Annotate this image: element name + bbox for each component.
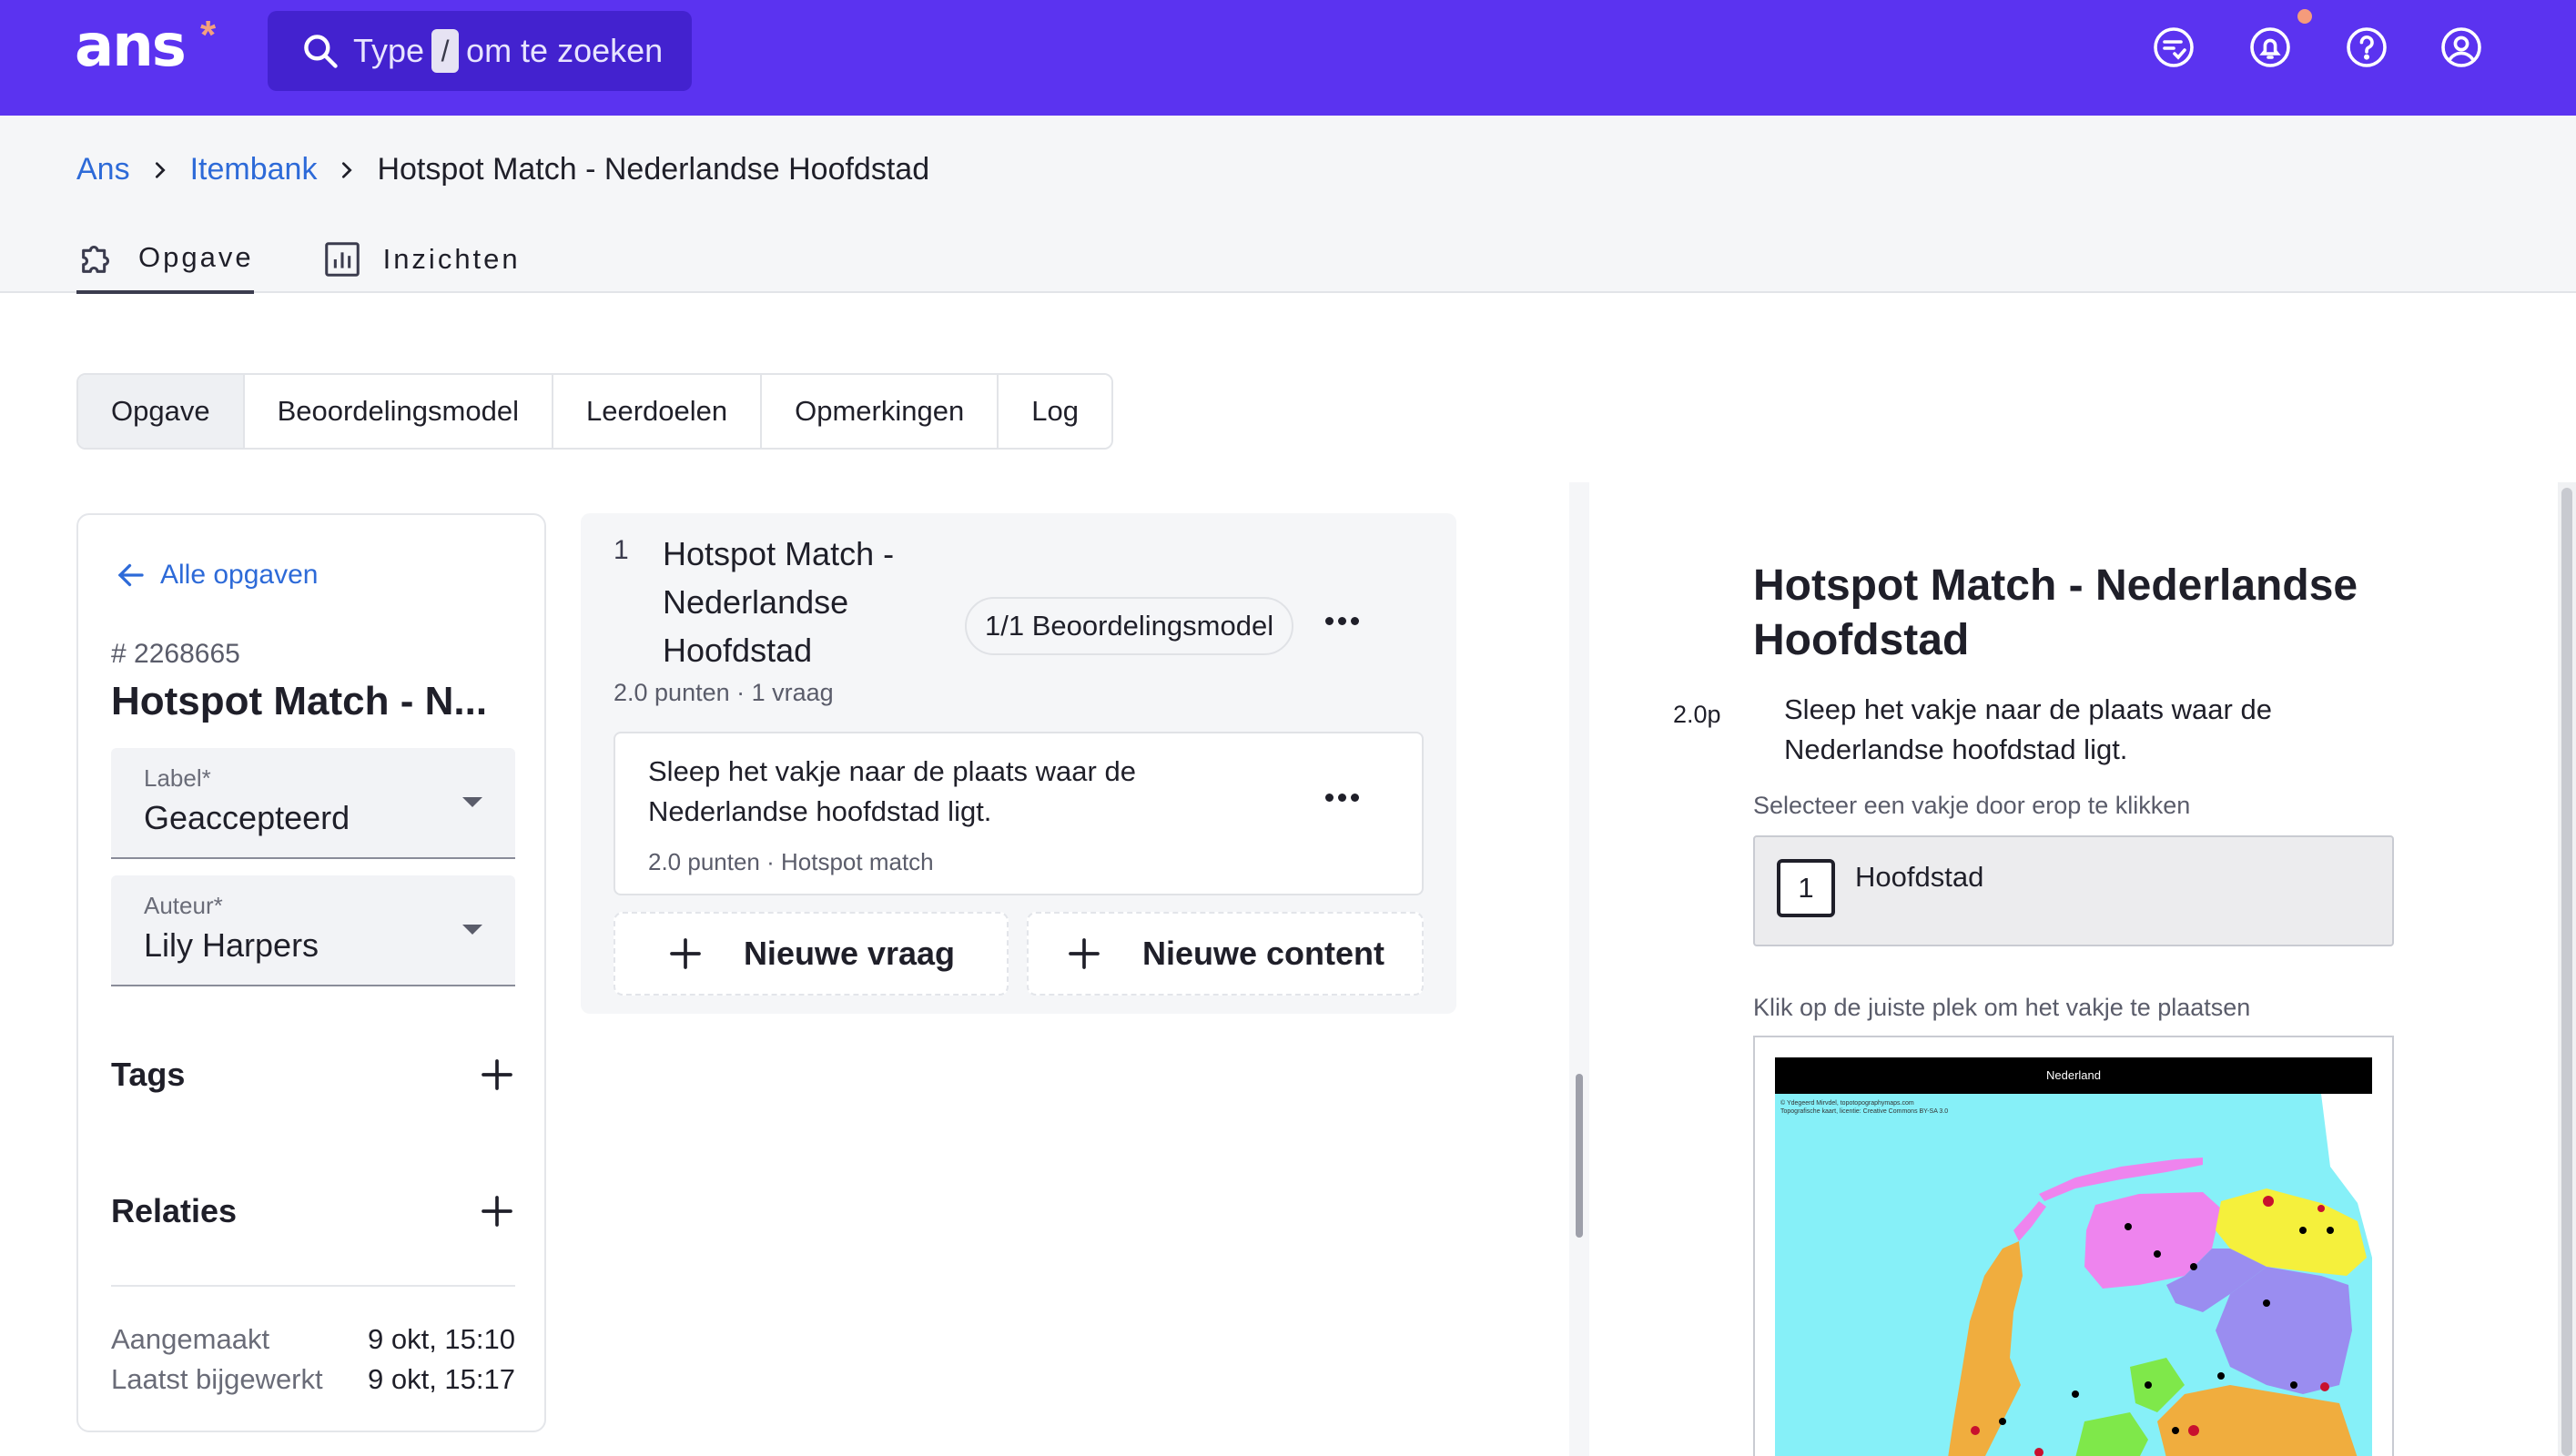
relations-title: Relaties — [111, 1192, 238, 1229]
puzzle-icon — [82, 245, 110, 273]
preview-question-text: Sleep het vakje naar de plaats waar de N… — [1784, 693, 2272, 765]
updated-label: Laatst bijgewerkt — [111, 1363, 323, 1395]
dropdown-caret-icon — [462, 797, 482, 807]
tile-number[interactable]: 1 — [1777, 859, 1835, 917]
new-content-label: Nieuwe content — [1141, 935, 1385, 972]
new-question-button[interactable]: Nieuwe vraag — [614, 912, 1009, 996]
breadcrumb-ans[interactable]: Ans — [76, 152, 130, 187]
breadcrumb-current: Hotspot Match - Nederlandse Hoofdstad — [377, 152, 930, 187]
map-image[interactable]: Nederland © Ydegeerd Mirvdel, topotopogr… — [1775, 1057, 2372, 1456]
page-header: Ans Itembank Hotspot Match - Nederlandse… — [0, 116, 2576, 294]
bell-icon[interactable] — [2248, 25, 2292, 69]
top-bar: ans * Type / om te zoeken — [0, 0, 2576, 116]
panel-splitter[interactable] — [1569, 482, 1589, 1456]
plus-icon — [1069, 938, 1100, 969]
netherlands-map-graphic — [1948, 1094, 2372, 1456]
tags-title: Tags — [111, 1056, 186, 1093]
item-title: Hotspot Match - N... — [111, 679, 488, 723]
preview-place-hint: Klik op de juiste plek om het vakje te p… — [1753, 994, 2251, 1021]
plus-icon — [670, 938, 701, 969]
created-value: 9 okt, 15:10 — [367, 1323, 515, 1355]
new-question-label: Nieuwe vraag — [743, 935, 956, 972]
chevron-right-icon — [155, 161, 166, 178]
add-tag-plus-icon[interactable] — [479, 1057, 515, 1093]
help-icon[interactable] — [2345, 25, 2388, 69]
logo[interactable]: ans — [75, 13, 187, 80]
created-label: Aangemaakt — [111, 1323, 270, 1355]
divider — [111, 1285, 515, 1287]
updated-row: Laatst bijgewerkt 9 okt, 15:17 — [111, 1363, 515, 1396]
updated-value: 9 okt, 15:17 — [367, 1363, 515, 1395]
chart-icon — [324, 242, 360, 277]
splitter-handle[interactable] — [1576, 1074, 1583, 1238]
search-bar[interactable]: Type / om te zoeken — [268, 11, 692, 91]
label-select[interactable]: Label* Geaccepteerd — [111, 748, 515, 859]
subtab-leerdoelen[interactable]: Leerdoelen — [553, 375, 763, 448]
add-relation-plus-icon[interactable] — [479, 1193, 515, 1229]
author-select-label: Auteur* — [144, 892, 223, 919]
search-shortcut-key: / — [431, 29, 460, 73]
preview-points: 2.0p — [1673, 701, 1721, 728]
hotspot-map[interactable]: Nederland © Ydegeerd Mirvdel, topotopogr… — [1753, 1036, 2394, 1456]
label-select-label: Label* — [144, 764, 211, 792]
map-title: Nederland — [1775, 1057, 2372, 1094]
question-card-text: Sleep het vakje naar de plaats waar de N… — [648, 755, 1136, 827]
chevron-right-icon — [342, 161, 353, 178]
question-card[interactable]: Sleep het vakje naar de plaats waar de N… — [614, 732, 1424, 895]
scrollbar-thumb[interactable] — [2561, 488, 2572, 1456]
dropdown-caret-icon — [462, 925, 482, 935]
main-tabs: Opgave Inzichten — [76, 225, 588, 294]
created-row: Aangemaakt 9 okt, 15:10 — [111, 1323, 515, 1356]
relations-section: Relaties — [111, 1192, 515, 1230]
arrow-left-icon — [117, 563, 144, 587]
label-select-value: Geaccepteerd — [144, 799, 350, 836]
account-icon[interactable] — [2439, 25, 2483, 69]
more-options-icon[interactable] — [1325, 617, 1359, 625]
preview-title: Hotspot Match - Nederlandse Hoofdstad — [1753, 561, 2358, 664]
question-number: 1 — [614, 535, 629, 565]
author-select[interactable]: Auteur* Lily Harpers — [111, 875, 515, 986]
question-list-panel: 1 Hotspot Match - Nederlandse Hoofdstad … — [581, 513, 1456, 1014]
rubric-badge[interactable]: 1/1 Beoordelingsmodel — [965, 597, 1294, 655]
author-select-value: Lily Harpers — [144, 926, 319, 964]
subtab-log[interactable]: Log — [999, 375, 1111, 448]
tab-label: Opgave — [138, 241, 254, 273]
notification-dot — [2297, 9, 2312, 24]
back-label: Alle opgaven — [160, 560, 319, 590]
tile-label[interactable]: Hoofdstad — [1855, 861, 1983, 894]
new-content-button[interactable]: Nieuwe content — [1027, 912, 1424, 996]
preview-select-hint: Selecteer een vakje door erop te klikken — [1753, 792, 2191, 819]
back-to-all-link[interactable]: Alle opgaven — [115, 559, 318, 592]
question-title: Hotspot Match - Nederlandse Hoofdstad — [663, 535, 895, 669]
tab-opgave[interactable]: Opgave — [76, 225, 254, 294]
search-suffix: om te zoeken — [466, 32, 664, 69]
tab-label: Inzichten — [382, 243, 521, 275]
subtab-opmerkingen[interactable]: Opmerkingen — [762, 375, 999, 448]
tags-section: Tags — [111, 1056, 515, 1094]
search-icon — [304, 35, 338, 68]
logo-asterisk: * — [200, 13, 217, 57]
breadcrumb: Ans Itembank Hotspot Match - Nederlandse… — [76, 152, 929, 187]
tab-inzichten[interactable]: Inzichten — [321, 225, 521, 294]
more-options-icon[interactable] — [1325, 794, 1359, 802]
item-details-panel: Alle opgaven # 2268665 Hotspot Match - N… — [76, 513, 546, 1432]
draggable-tiles-area: 1 Hoofdstad — [1753, 835, 2394, 946]
breadcrumb-itembank[interactable]: Itembank — [190, 152, 318, 187]
search-prefix: Type — [353, 32, 425, 69]
question-card-meta: 2.0 punten · Hotspot match — [648, 848, 934, 875]
subtab-opgave[interactable]: Opgave — [78, 375, 245, 448]
item-id: # 2268665 — [111, 639, 240, 669]
question-meta: 2.0 punten · 1 vraag — [614, 679, 834, 706]
subtab-beoordelingsmodel[interactable]: Beoordelingsmodel — [244, 375, 553, 448]
chat-check-icon[interactable] — [2152, 25, 2196, 69]
sub-tabs: Opgave Beoordelingsmodel Leerdoelen Opme… — [76, 373, 1113, 450]
